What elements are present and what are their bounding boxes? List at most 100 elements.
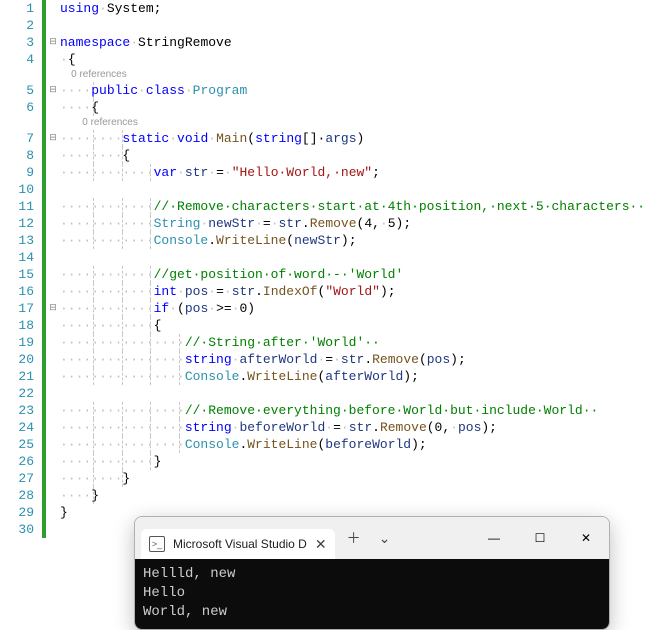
code-line[interactable]: 17⊟············if·(pos·>=·0) bbox=[0, 300, 646, 317]
code-line[interactable]: 15············//get·position·of·word·-·'… bbox=[0, 266, 646, 283]
terminal-window: >_ Microsoft Visual Studio D ✕ ＋ ⌄ — ☐ ✕… bbox=[134, 516, 610, 630]
change-marker bbox=[42, 283, 46, 300]
codelens[interactable]: 0 references bbox=[0, 116, 646, 130]
change-marker bbox=[42, 385, 46, 402]
code-content[interactable]: ·{ bbox=[60, 51, 646, 68]
change-marker bbox=[42, 232, 46, 249]
terminal-tab-icon: >_ bbox=[149, 536, 165, 552]
code-content[interactable]: ············int·pos·=·str.IndexOf("World… bbox=[60, 283, 646, 300]
code-line[interactable]: 10 bbox=[0, 181, 646, 198]
terminal-tab[interactable]: >_ Microsoft Visual Studio D ✕ bbox=[141, 529, 335, 559]
code-line[interactable]: 12 ············String·newStr·=·str.Remove… bbox=[0, 215, 646, 232]
code-content[interactable]: ············String·newStr·=·str.Remove(4… bbox=[60, 215, 646, 232]
code-line[interactable]: 23················//·Remove·everything·b… bbox=[0, 402, 646, 419]
code-line[interactable]: 2 bbox=[0, 17, 646, 34]
code-line[interactable]: 28····} bbox=[0, 487, 646, 504]
code-line[interactable]: 26 ············} bbox=[0, 453, 646, 470]
code-line[interactable]: 14 bbox=[0, 249, 646, 266]
change-marker bbox=[42, 470, 46, 487]
code-line[interactable]: 25················Console.WriteLine(befo… bbox=[0, 436, 646, 453]
window-minimize-button[interactable]: — bbox=[471, 517, 517, 559]
change-marker bbox=[42, 266, 46, 283]
code-line[interactable]: 3⊟namespace·StringRemove bbox=[0, 34, 646, 51]
fold-toggle-icon[interactable]: ⊟ bbox=[46, 130, 60, 147]
codelens[interactable]: 0 references bbox=[0, 68, 646, 82]
code-content[interactable]: ············var·str·=·"Hello·World,·new"… bbox=[60, 164, 646, 181]
change-marker bbox=[42, 368, 46, 385]
line-number: 13 bbox=[0, 232, 42, 249]
code-line[interactable]: 16············int·pos·=·str.IndexOf("Wor… bbox=[0, 283, 646, 300]
window-close-button[interactable]: ✕ bbox=[563, 517, 609, 559]
code-line[interactable]: 8········{ bbox=[0, 147, 646, 164]
terminal-tab-dropdown-button[interactable]: ⌄ bbox=[371, 526, 399, 551]
code-content[interactable]: ············{ bbox=[60, 317, 646, 334]
code-line[interactable]: 13 ············Console.WriteLine(newStr); bbox=[0, 232, 646, 249]
code-content[interactable]: ········static·void·Main(string[]·args) bbox=[60, 130, 646, 147]
code-content[interactable]: ········} bbox=[60, 470, 646, 487]
line-number: 9 bbox=[0, 164, 42, 181]
terminal-output[interactable]: Hellld, new Hello World, new bbox=[135, 559, 609, 630]
line-number: 30 bbox=[0, 521, 42, 538]
code-content[interactable]: ················string·beforeWorld·=·str… bbox=[60, 419, 646, 436]
code-line[interactable]: 22 bbox=[0, 385, 646, 402]
code-content[interactable]: ····public·class·Program bbox=[60, 82, 646, 99]
code-content[interactable]: ····} bbox=[60, 487, 646, 504]
code-line[interactable]: 27········} bbox=[0, 470, 646, 487]
change-marker bbox=[42, 504, 46, 521]
code-content[interactable]: ········{ bbox=[60, 147, 646, 164]
line-number: 7 bbox=[0, 130, 42, 147]
code-line[interactable]: 11 ············//·Remove·characters·start… bbox=[0, 198, 646, 215]
line-number: 10 bbox=[0, 181, 42, 198]
terminal-titlebar: >_ Microsoft Visual Studio D ✕ ＋ ⌄ — ☐ ✕ bbox=[135, 517, 609, 559]
code-line[interactable]: 18 ············{ bbox=[0, 317, 646, 334]
change-marker bbox=[42, 487, 46, 504]
change-marker bbox=[42, 17, 46, 34]
code-line[interactable]: 19 ················//·String·after·'World… bbox=[0, 334, 646, 351]
line-number: 1 bbox=[0, 0, 42, 17]
code-content[interactable]: ················//·String·after·'World'·… bbox=[60, 334, 646, 351]
fold-toggle-icon[interactable]: ⊟ bbox=[46, 300, 60, 317]
fold-toggle-icon[interactable]: ⊟ bbox=[46, 82, 60, 99]
code-line[interactable]: 7⊟········static·void·Main(string[]·args… bbox=[0, 130, 646, 147]
code-content[interactable]: using·System; bbox=[60, 0, 646, 17]
code-content[interactable]: ············//·Remove·characters·start·a… bbox=[60, 198, 646, 215]
line-number: 22 bbox=[0, 385, 42, 402]
change-marker bbox=[42, 215, 46, 232]
line-number: 21 bbox=[0, 368, 42, 385]
code-line[interactable]: 21 ················Console.WriteLine(afte… bbox=[0, 368, 646, 385]
change-marker bbox=[42, 419, 46, 436]
window-maximize-button[interactable]: ☐ bbox=[517, 517, 563, 559]
line-number: 3 bbox=[0, 34, 42, 51]
code-content[interactable]: namespace·StringRemove bbox=[60, 34, 646, 51]
code-content[interactable]: ············if·(pos·>=·0) bbox=[60, 300, 646, 317]
change-marker bbox=[42, 198, 46, 215]
line-number: 26 bbox=[0, 453, 42, 470]
terminal-tab-close-icon[interactable]: ✕ bbox=[315, 536, 327, 553]
code-line[interactable]: 20 ················string·afterWorld·=·st… bbox=[0, 351, 646, 368]
line-number: 2 bbox=[0, 17, 42, 34]
code-line[interactable]: 4·{ bbox=[0, 51, 646, 68]
code-line[interactable]: 24················string·beforeWorld·=·s… bbox=[0, 419, 646, 436]
terminal-new-tab-button[interactable]: ＋ bbox=[339, 524, 369, 552]
line-number: 20 bbox=[0, 351, 42, 368]
line-number: 18 bbox=[0, 317, 42, 334]
code-line[interactable]: 6····{ bbox=[0, 99, 646, 116]
line-number: 12 bbox=[0, 215, 42, 232]
code-content[interactable]: ············//get·position·of·word·-·'Wo… bbox=[60, 266, 646, 283]
code-content[interactable]: ················Console.WriteLine(before… bbox=[60, 436, 646, 453]
code-content[interactable]: ············Console.WriteLine(newStr); bbox=[60, 232, 646, 249]
code-content[interactable]: ················//·Remove·everything·bef… bbox=[60, 402, 646, 419]
line-number: 5 bbox=[0, 82, 42, 99]
code-line[interactable]: 5⊟····public·class·Program bbox=[0, 82, 646, 99]
change-marker bbox=[42, 334, 46, 351]
code-content[interactable]: ················string·afterWorld·=·str.… bbox=[60, 351, 646, 368]
line-number: 19 bbox=[0, 334, 42, 351]
code-content[interactable]: ················Console.WriteLine(afterW… bbox=[60, 368, 646, 385]
line-number: 11 bbox=[0, 198, 42, 215]
code-line[interactable]: 1 using·System; bbox=[0, 0, 646, 17]
code-line[interactable]: 9 ············var·str·=·"Hello·World,·new… bbox=[0, 164, 646, 181]
fold-toggle-icon[interactable]: ⊟ bbox=[46, 34, 60, 51]
code-content[interactable]: ····{ bbox=[60, 99, 646, 116]
change-marker bbox=[42, 51, 46, 68]
code-content[interactable]: ············} bbox=[60, 453, 646, 470]
